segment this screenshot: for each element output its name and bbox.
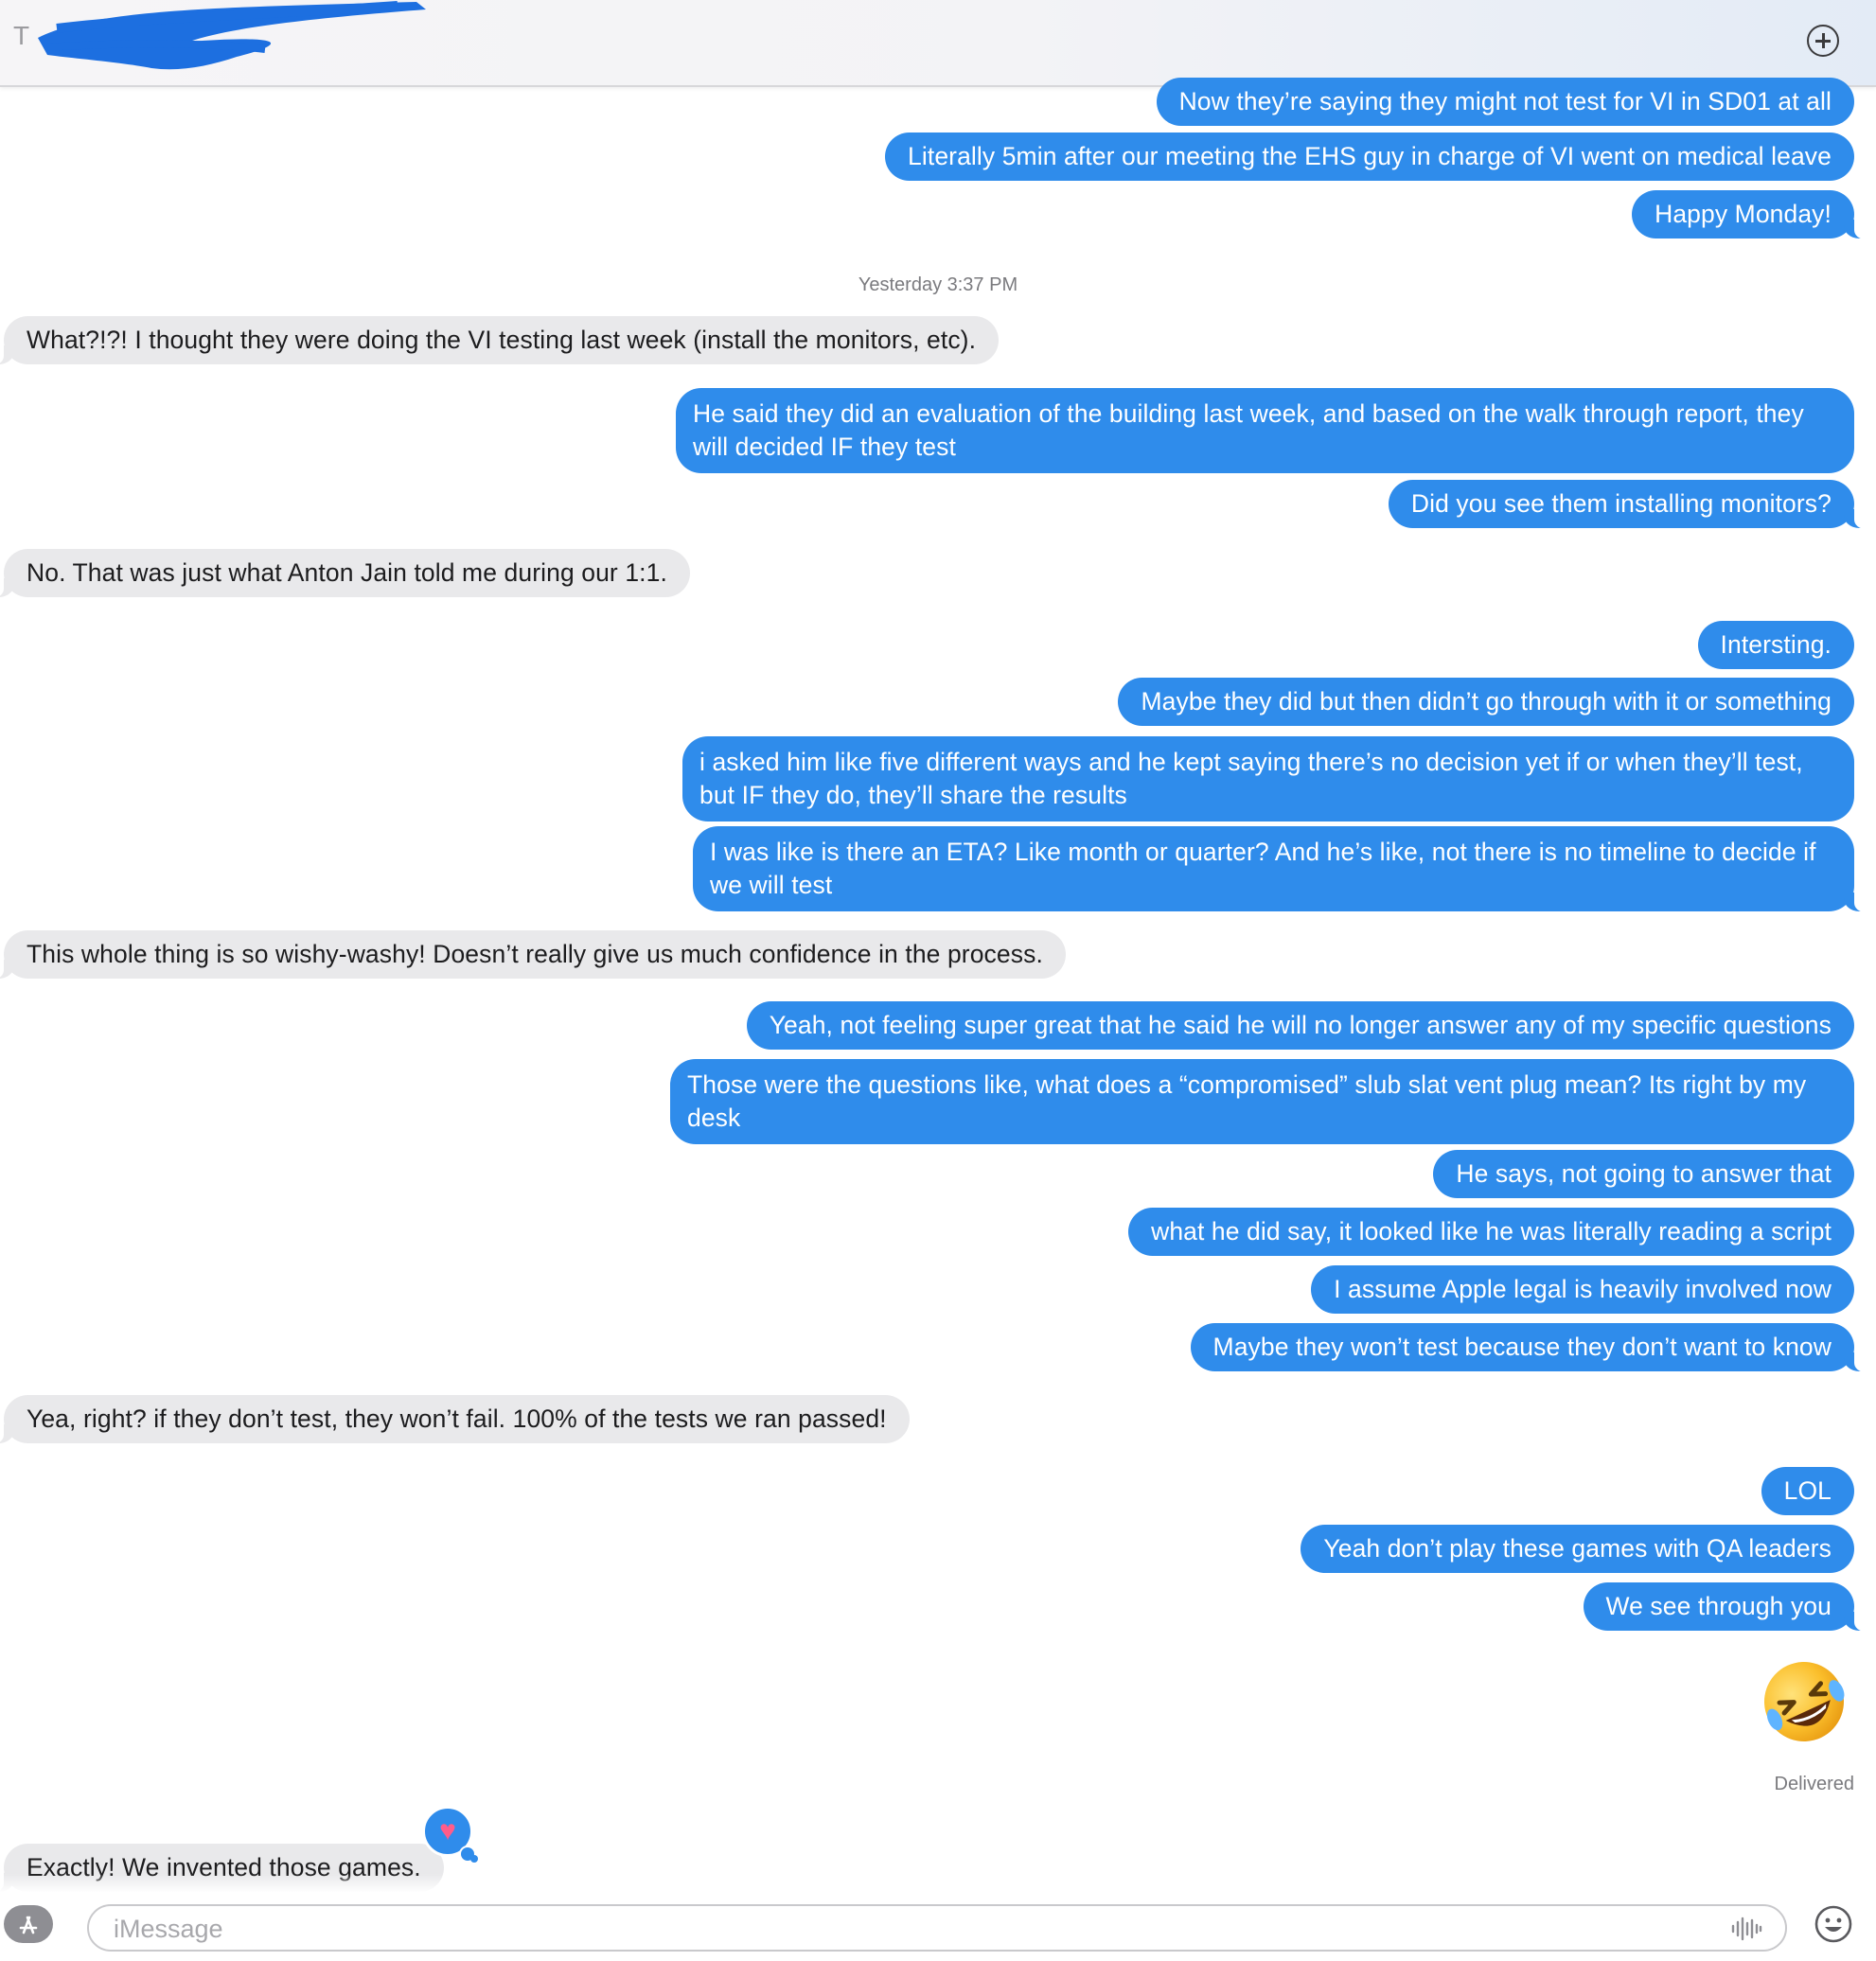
message-bubble-incoming[interactable]: No. That was just what Anton Jain told m… [0, 549, 690, 598]
message-bubble-outgoing[interactable]: Yeah don’t play these games with QA lead… [1301, 1525, 1854, 1573]
message-bubble-outgoing[interactable]: We see through you [1583, 1582, 1869, 1632]
message-bubble-incoming[interactable]: This whole thing is so wishy-washy! Does… [0, 930, 1066, 980]
conversation-header: T [0, 0, 1876, 87]
message-bubble-outgoing[interactable]: I was like is there an ETA? Like month o… [693, 826, 1869, 912]
message-bubble-outgoing[interactable]: Happy Monday! [1632, 190, 1869, 239]
message-bubble-outgoing[interactable]: LOL [1761, 1467, 1854, 1515]
app-store-icon[interactable] [4, 1905, 53, 1943]
timestamp: Yesterday 3:37 PM [858, 274, 1018, 295]
message-input-placeholder: iMessage [114, 1915, 223, 1943]
message-bubble-outgoing[interactable]: Did you see them installing monitors? [1388, 480, 1870, 529]
message-bubble-outgoing[interactable]: Literally 5min after our meeting the EHS… [885, 132, 1854, 181]
scroll-fade [0, 1874, 1876, 1893]
message-bubble-outgoing[interactable]: Intersting. [1697, 621, 1854, 669]
message-bubble-outgoing[interactable]: Maybe they did but then didn’t go throug… [1118, 678, 1854, 726]
message-bubble-outgoing[interactable]: Now they’re saying they might not test f… [1156, 78, 1854, 126]
delivery-status: Delivered [1774, 1774, 1854, 1794]
emoji-picker-icon[interactable] [1814, 1904, 1853, 1944]
message-bubble-outgoing[interactable]: Those were the questions like, what does… [670, 1059, 1854, 1144]
message-bubble-incoming[interactable]: Yea, right? if they don’t test, they won… [0, 1395, 910, 1444]
redaction-scribble [38, 1, 426, 70]
add-participant-icon[interactable] [1807, 25, 1839, 57]
message-input[interactable]: iMessage [87, 1904, 1787, 1952]
message-bubble-outgoing[interactable]: He says, not going to answer that [1433, 1150, 1854, 1198]
message-bubble-outgoing[interactable]: Maybe they won’t test because they don’t… [1190, 1323, 1870, 1372]
message-bubble-outgoing[interactable]: I assume Apple legal is heavily involved… [1311, 1265, 1854, 1314]
message-bubble-outgoing[interactable]: Yeah, not feeling super great that he sa… [746, 1001, 1854, 1050]
message-bubble-incoming[interactable]: What?!?! I thought they were doing the V… [0, 316, 1000, 365]
message-bubble-outgoing[interactable]: He said they did an evaluation of the bu… [676, 388, 1854, 473]
message-bubble-outgoing[interactable]: i asked him like five different ways and… [682, 736, 1854, 822]
message-bubble-outgoing[interactable]: what he did say, it looked like he was l… [1128, 1208, 1854, 1256]
tapback-bubble-dot [470, 1855, 478, 1863]
rolling-on-floor-laughing-emoji[interactable] [1759, 1656, 1849, 1747]
audio-message-icon[interactable] [1730, 1916, 1762, 1942]
